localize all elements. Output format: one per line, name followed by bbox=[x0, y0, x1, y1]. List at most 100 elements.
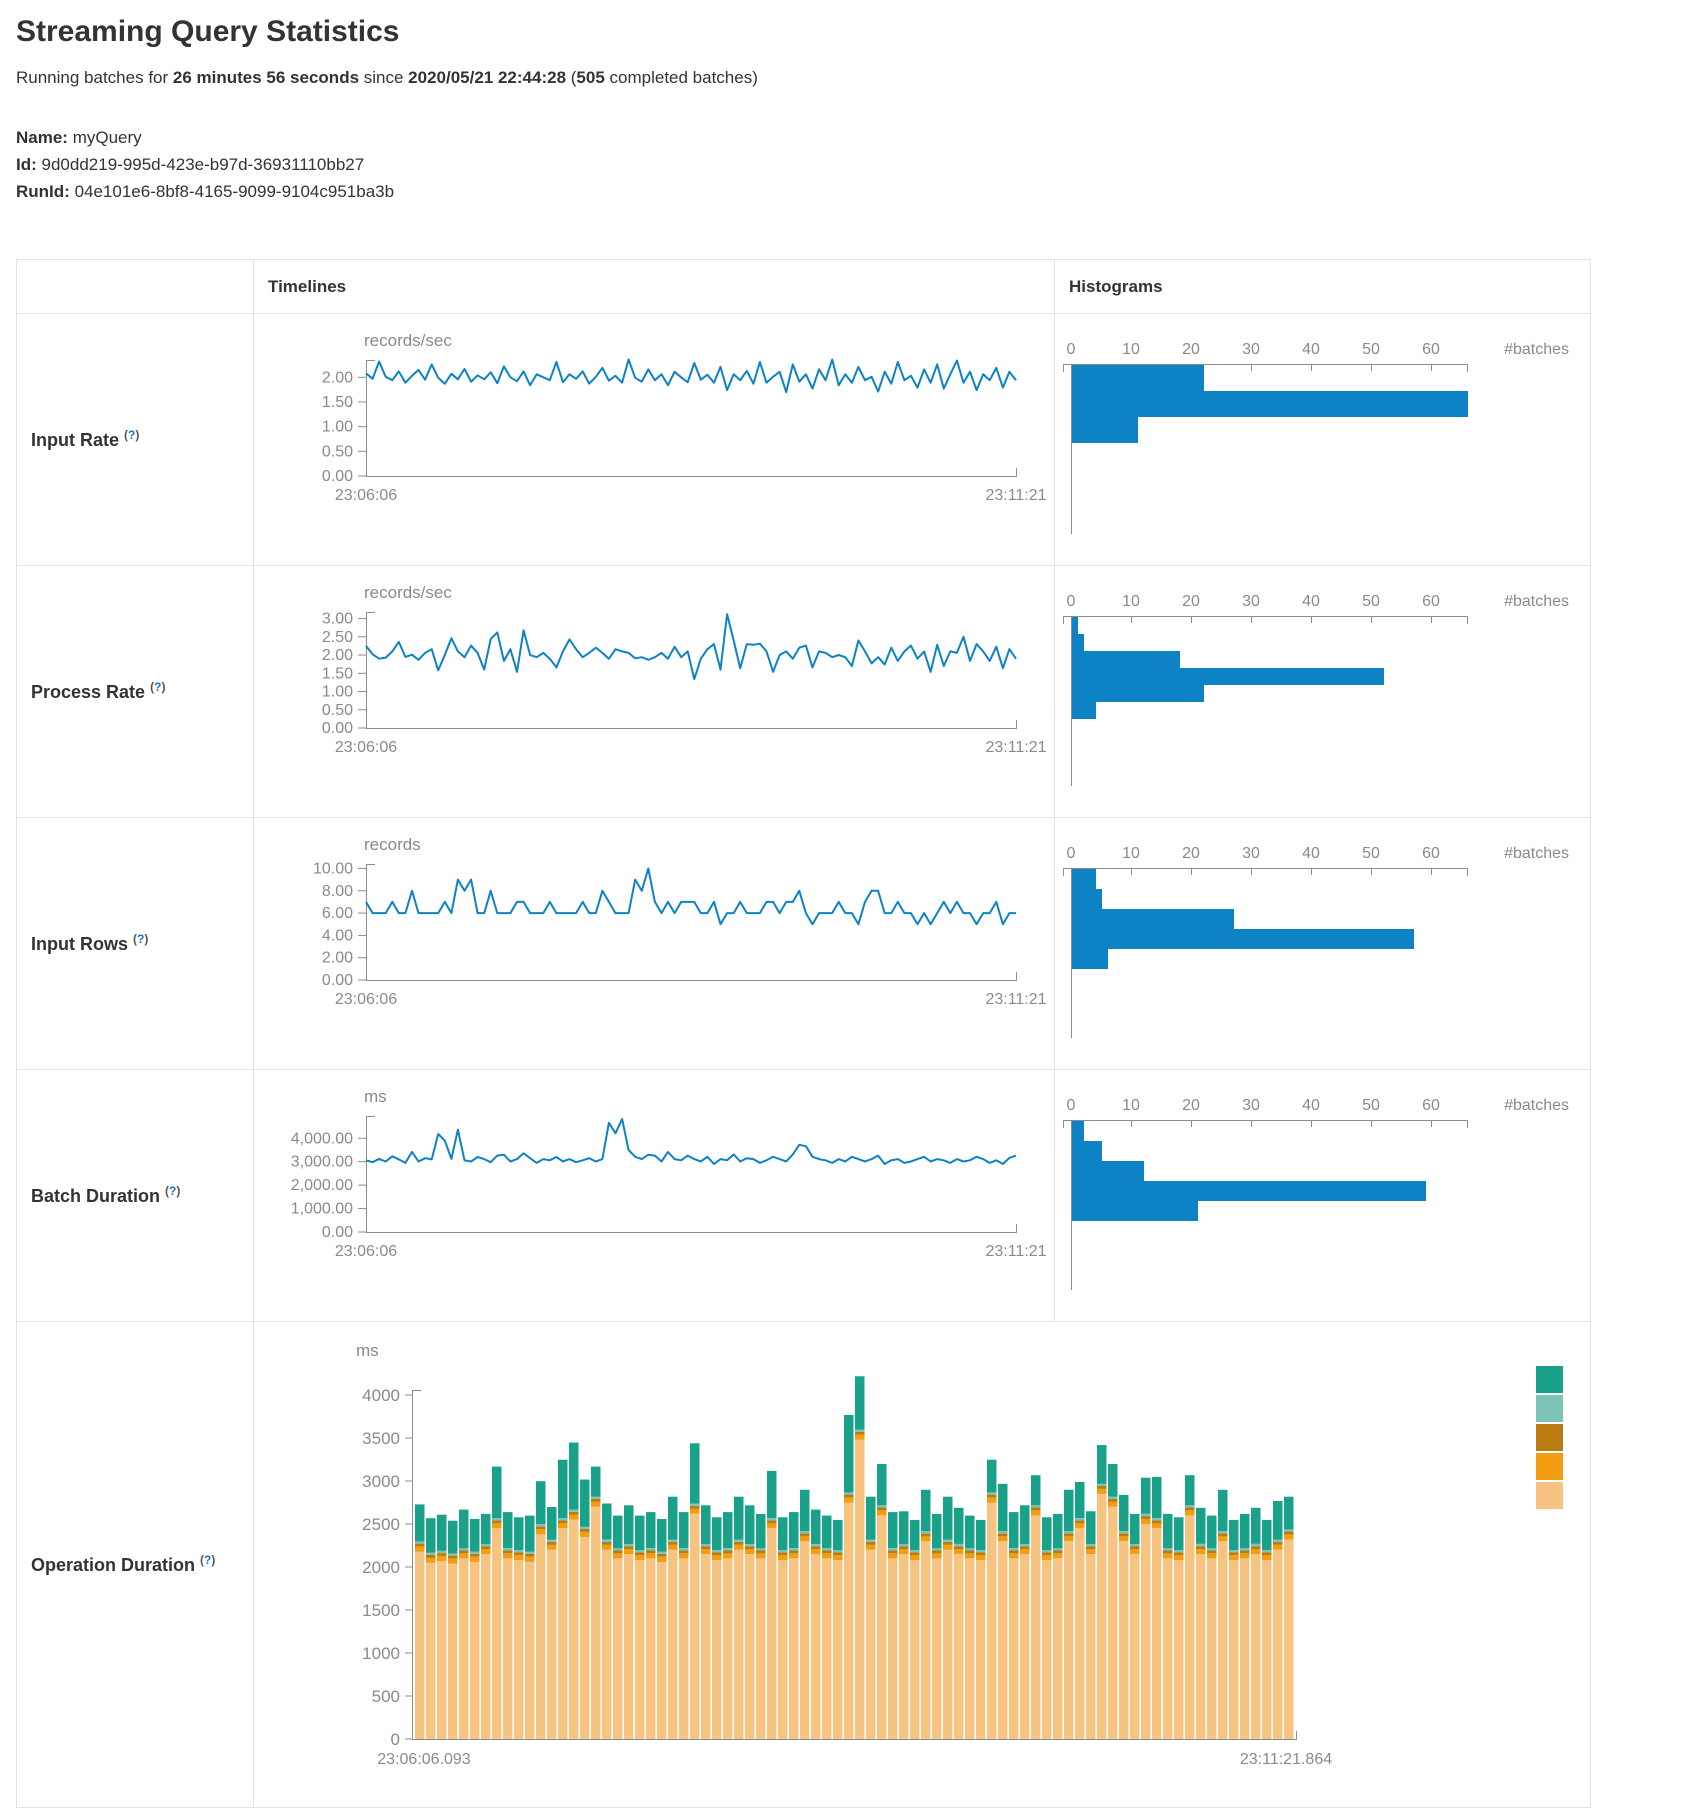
svg-text:0.00: 0.00 bbox=[322, 720, 353, 737]
legend-swatch-2 bbox=[1536, 1395, 1563, 1422]
runid-value: 04e101e6-8bf8-4165-9099-9104c951ba3b bbox=[75, 182, 395, 201]
svg-text:ms: ms bbox=[364, 1087, 387, 1106]
header-timelines: Timelines bbox=[254, 260, 1055, 314]
svg-text:0: 0 bbox=[1067, 341, 1076, 358]
table-row: Batch Duration (?) ms0.001,000.002,000.0… bbox=[17, 1070, 1591, 1322]
svg-text:0: 0 bbox=[1067, 845, 1076, 862]
svg-text:10: 10 bbox=[1122, 845, 1140, 862]
svg-text:23:06:06: 23:06:06 bbox=[335, 739, 397, 756]
svg-text:0.00: 0.00 bbox=[322, 1224, 353, 1241]
svg-text:4.00: 4.00 bbox=[322, 927, 353, 944]
svg-text:60: 60 bbox=[1422, 1097, 1440, 1114]
svg-text:records/sec: records/sec bbox=[364, 583, 452, 602]
svg-text:30: 30 bbox=[1242, 1097, 1260, 1114]
process-rate-timeline-chart: records/sec0.000.501.001.502.002.503.002… bbox=[256, 578, 1051, 766]
runid-label: RunId: bbox=[16, 182, 70, 201]
query-id-row: Id: 9d0dd219-995d-423e-b97d-36931110bb27 bbox=[16, 151, 1693, 178]
streaming-query-statistics-page: Streaming Query Statistics Running batch… bbox=[0, 0, 1693, 1820]
svg-text:8.00: 8.00 bbox=[322, 883, 353, 900]
svg-text:20: 20 bbox=[1182, 845, 1200, 862]
svg-text:records: records bbox=[364, 835, 421, 854]
svg-text:4000: 4000 bbox=[362, 1386, 400, 1405]
batch-duration-histogram-chart: 0102030405060#batches bbox=[1057, 1082, 1589, 1297]
svg-text:10: 10 bbox=[1122, 341, 1140, 358]
name-label: Name: bbox=[16, 128, 68, 147]
input-rows-help-icon[interactable]: (?) bbox=[133, 932, 148, 946]
svg-text:0: 0 bbox=[1067, 1097, 1076, 1114]
header-histograms: Histograms bbox=[1055, 260, 1591, 314]
svg-text:0: 0 bbox=[1067, 593, 1076, 610]
page-title: Streaming Query Statistics bbox=[16, 14, 1693, 50]
table-row: Operation Duration (?) ms050010001500200… bbox=[17, 1322, 1591, 1808]
input-rows-histogram-chart: 0102030405060#batches bbox=[1057, 830, 1589, 1045]
svg-text:#batches: #batches bbox=[1504, 1097, 1569, 1114]
legend-swatch-5 bbox=[1536, 1482, 1563, 1509]
svg-text:40: 40 bbox=[1302, 593, 1320, 610]
legend-swatch-3 bbox=[1536, 1424, 1563, 1451]
svg-text:0.50: 0.50 bbox=[322, 702, 353, 719]
query-runid-row: RunId: 04e101e6-8bf8-4165-9099-9104c951b… bbox=[16, 178, 1693, 205]
svg-text:4,000.00: 4,000.00 bbox=[291, 1130, 353, 1147]
operation-duration-help-icon[interactable]: (?) bbox=[200, 1553, 215, 1567]
process-rate-help-icon[interactable]: (?) bbox=[150, 680, 165, 694]
running-suffix: completed batches) bbox=[605, 68, 758, 87]
batch-duration-timeline-chart: ms0.001,000.002,000.003,000.004,000.0023… bbox=[256, 1082, 1051, 1270]
svg-text:50: 50 bbox=[1362, 845, 1380, 862]
svg-text:3,000.00: 3,000.00 bbox=[291, 1154, 353, 1171]
svg-text:23:11:21.864: 23:11:21.864 bbox=[1240, 1751, 1332, 1768]
svg-text:30: 30 bbox=[1242, 845, 1260, 862]
batch-duration-help-icon[interactable]: (?) bbox=[165, 1184, 180, 1198]
svg-text:20: 20 bbox=[1182, 593, 1200, 610]
statistics-table: Timelines Histograms Input Rate (?) reco… bbox=[16, 259, 1591, 1808]
svg-text:2000: 2000 bbox=[362, 1558, 400, 1577]
svg-text:23:06:06.093: 23:06:06.093 bbox=[377, 1751, 471, 1768]
row-label-input-rate: Input Rate (?) bbox=[17, 314, 254, 566]
running-since: 2020/05/21 22:44:28 bbox=[408, 68, 566, 87]
svg-text:0.00: 0.00 bbox=[322, 972, 353, 989]
svg-text:23:11:21: 23:11:21 bbox=[985, 487, 1046, 504]
svg-text:23:06:06: 23:06:06 bbox=[335, 991, 397, 1008]
svg-text:3000: 3000 bbox=[362, 1472, 400, 1491]
row-label-process-rate: Process Rate (?) bbox=[17, 566, 254, 818]
svg-text:0.00: 0.00 bbox=[322, 468, 353, 485]
svg-text:records/sec: records/sec bbox=[364, 331, 452, 350]
running-paren: ( bbox=[566, 68, 576, 87]
svg-text:50: 50 bbox=[1362, 341, 1380, 358]
svg-text:50: 50 bbox=[1362, 1097, 1380, 1114]
svg-text:#batches: #batches bbox=[1504, 593, 1569, 610]
svg-text:23:11:21: 23:11:21 bbox=[985, 739, 1046, 756]
table-row: Input Rate (?) records/sec0.000.501.001.… bbox=[17, 314, 1591, 566]
svg-text:2.50: 2.50 bbox=[322, 629, 353, 646]
svg-text:40: 40 bbox=[1302, 341, 1320, 358]
svg-text:2500: 2500 bbox=[362, 1515, 400, 1534]
svg-text:1500: 1500 bbox=[362, 1601, 400, 1620]
svg-text:1,000.00: 1,000.00 bbox=[291, 1201, 353, 1218]
svg-text:30: 30 bbox=[1242, 593, 1260, 610]
input-rate-help-icon[interactable]: (?) bbox=[124, 428, 139, 442]
svg-text:10.00: 10.00 bbox=[313, 860, 353, 877]
svg-text:1.50: 1.50 bbox=[322, 665, 353, 682]
svg-text:10: 10 bbox=[1122, 1097, 1140, 1114]
svg-text:20: 20 bbox=[1182, 1097, 1200, 1114]
svg-text:40: 40 bbox=[1302, 845, 1320, 862]
running-prefix: Running batches for bbox=[16, 68, 173, 87]
input-rate-histogram-chart: 0102030405060#batches bbox=[1057, 326, 1589, 541]
svg-text:ms: ms bbox=[356, 1341, 379, 1360]
svg-text:2.00: 2.00 bbox=[322, 647, 353, 664]
input-rate-timeline-chart: records/sec0.000.501.001.502.0023:06:062… bbox=[256, 326, 1051, 514]
svg-text:1.50: 1.50 bbox=[322, 394, 353, 411]
table-row: Input Rows (?) records0.002.004.006.008.… bbox=[17, 818, 1591, 1070]
svg-text:20: 20 bbox=[1182, 341, 1200, 358]
legend-swatch-4 bbox=[1536, 1453, 1563, 1480]
svg-text:10: 10 bbox=[1122, 593, 1140, 610]
row-label-input-rows: Input Rows (?) bbox=[17, 818, 254, 1070]
svg-text:60: 60 bbox=[1422, 341, 1440, 358]
id-label: Id: bbox=[16, 155, 37, 174]
svg-text:3.00: 3.00 bbox=[322, 611, 353, 628]
input-rows-timeline-chart: records0.002.004.006.008.0010.0023:06:06… bbox=[256, 830, 1051, 1018]
process-rate-histogram-chart: 0102030405060#batches bbox=[1057, 578, 1589, 793]
running-summary: Running batches for 26 minutes 56 second… bbox=[16, 68, 1693, 88]
svg-text:500: 500 bbox=[372, 1687, 400, 1706]
svg-text:60: 60 bbox=[1422, 593, 1440, 610]
svg-text:2.00: 2.00 bbox=[322, 950, 353, 967]
